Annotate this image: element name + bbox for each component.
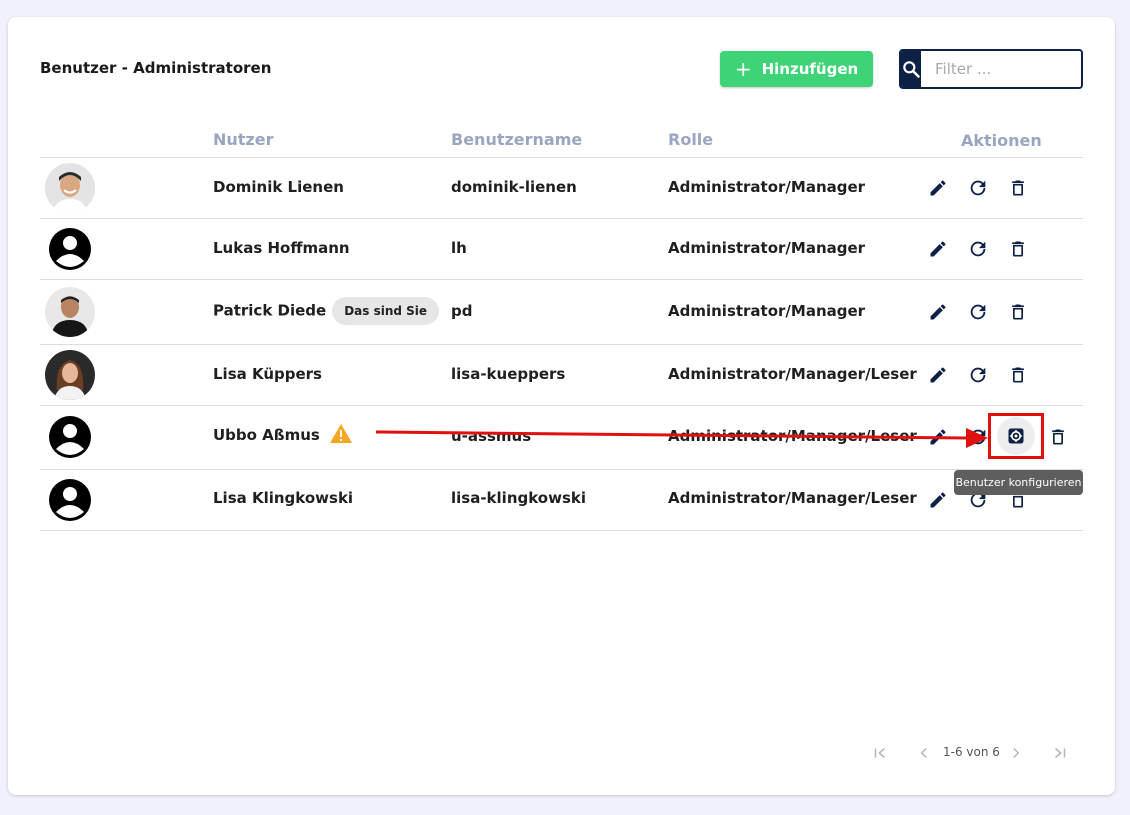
tooltip: Benutzer konfigurieren <box>954 470 1083 495</box>
username: dominik-lienen <box>451 178 577 196</box>
page-title: Benutzer - Administratoren <box>40 59 272 77</box>
divider <box>40 469 1083 470</box>
search-icon[interactable] <box>901 51 921 87</box>
configure-user-button[interactable] <box>988 413 1044 459</box>
first-page-icon[interactable] <box>868 741 892 765</box>
username: lisa-kueppers <box>451 365 566 383</box>
edit-icon[interactable] <box>926 237 950 261</box>
user-name: Lisa Küppers <box>213 365 322 383</box>
filter-input[interactable] <box>921 51 1081 87</box>
divider <box>40 157 1083 158</box>
role: Administrator/Manager <box>668 178 866 196</box>
reset-icon[interactable] <box>966 237 990 261</box>
divider <box>40 344 1083 345</box>
column-header-user[interactable]: Nutzer <box>213 130 273 149</box>
reset-icon[interactable] <box>966 425 990 449</box>
filter-box <box>899 49 1083 89</box>
divider <box>40 279 1083 280</box>
username: lisa-klingkowski <box>451 489 587 507</box>
delete-icon[interactable] <box>1006 237 1030 261</box>
user-name: Lisa Klingkowski <box>213 489 354 507</box>
avatar <box>45 224 95 274</box>
column-header-role[interactable]: Rolle <box>668 130 713 149</box>
role: Administrator/Manager <box>668 302 866 320</box>
avatar <box>45 163 95 213</box>
reset-icon[interactable] <box>966 300 990 324</box>
previous-page-icon[interactable] <box>912 741 936 765</box>
next-page-icon[interactable] <box>1004 741 1028 765</box>
role: Administrator/Manager <box>668 239 866 257</box>
reset-icon[interactable] <box>966 363 990 387</box>
user-name-cell: Patrick Diede Das sind Sie <box>213 297 440 325</box>
edit-icon[interactable] <box>926 488 950 512</box>
current-user-badge: Das sind Sie <box>332 297 440 325</box>
divider <box>40 530 1083 531</box>
reset-icon[interactable] <box>966 176 990 200</box>
user-name: Ubbo Aßmus <box>213 426 320 444</box>
username: lh <box>451 239 467 257</box>
role: Administrator/Manager/Leser <box>668 489 917 507</box>
plus-icon: + <box>734 57 752 81</box>
column-header-actions: Aktionen <box>961 131 1042 150</box>
pagination-range: 1-6 von 6 <box>943 745 1000 759</box>
user-name: Dominik Lienen <box>213 178 344 196</box>
username: pd <box>451 302 473 320</box>
delete-icon[interactable] <box>1046 425 1070 449</box>
delete-icon[interactable] <box>1006 176 1030 200</box>
edit-icon[interactable] <box>926 425 950 449</box>
user-name: Patrick Diede <box>213 301 327 320</box>
delete-icon[interactable] <box>1006 300 1030 324</box>
add-user-button[interactable]: + Hinzufügen <box>720 51 873 87</box>
edit-icon[interactable] <box>926 300 950 324</box>
last-page-icon[interactable] <box>1048 741 1072 765</box>
edit-icon[interactable] <box>926 176 950 200</box>
gear-icon <box>997 417 1035 455</box>
role: Administrator/Manager/Leser <box>668 427 917 445</box>
delete-icon[interactable] <box>1006 363 1030 387</box>
user-name-cell: Ubbo Aßmus <box>213 423 353 448</box>
avatar <box>45 287 95 337</box>
role: Administrator/Manager/Leser <box>668 365 917 383</box>
avatar <box>45 475 95 525</box>
divider <box>40 218 1083 219</box>
edit-icon[interactable] <box>926 363 950 387</box>
avatar <box>45 412 95 462</box>
add-user-label: Hinzufügen <box>761 60 859 78</box>
warning-icon[interactable] <box>329 423 353 448</box>
username: u-assmus <box>451 427 532 445</box>
column-header-username[interactable]: Benutzername <box>451 130 582 149</box>
user-name: Lukas Hoffmann <box>213 239 350 257</box>
avatar <box>45 350 95 400</box>
divider <box>40 405 1083 406</box>
